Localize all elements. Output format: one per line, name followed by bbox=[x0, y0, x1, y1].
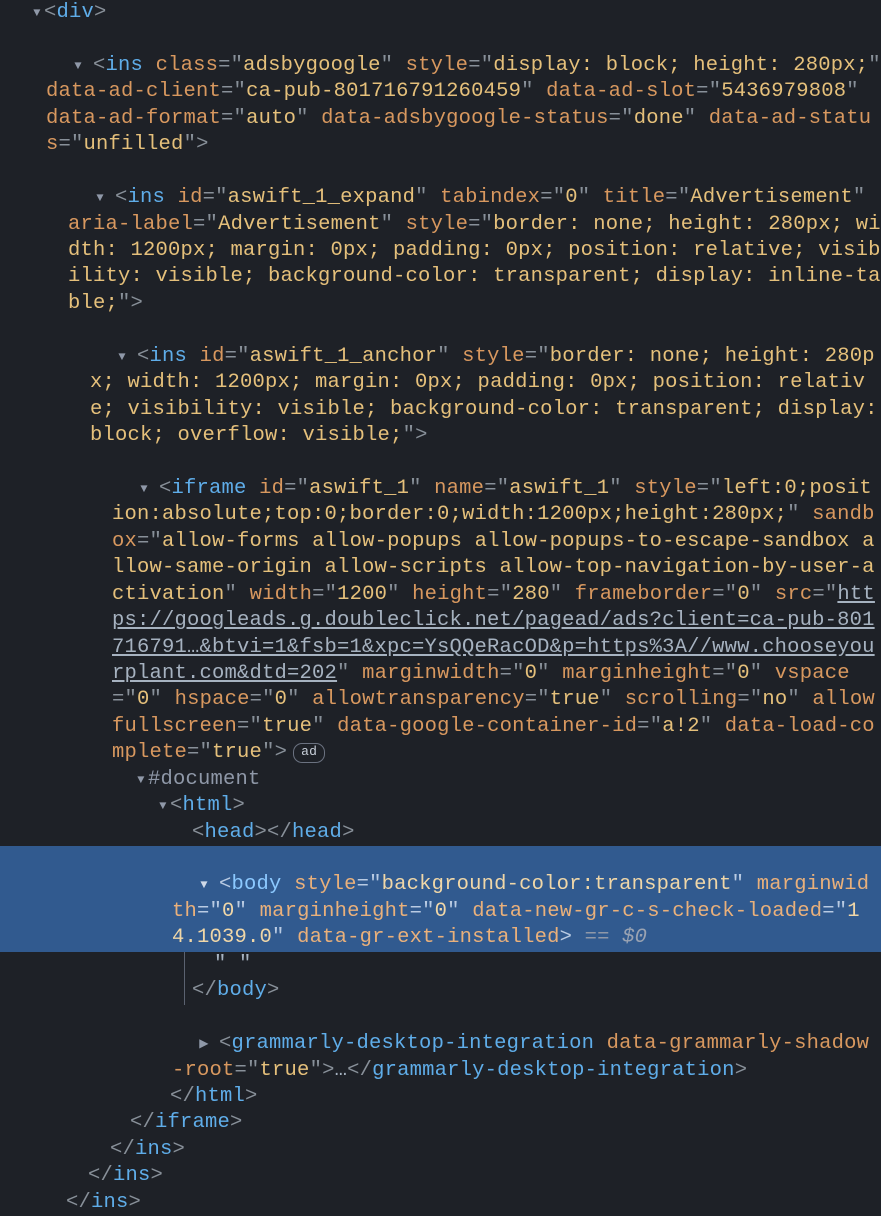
ad-badge: ad bbox=[293, 743, 325, 763]
node-grammarly[interactable]: <grammarly-desktop-integration data-gram… bbox=[0, 1005, 881, 1084]
node-head[interactable]: <head></head> bbox=[0, 820, 881, 846]
expand-toggle[interactable] bbox=[137, 482, 151, 497]
expand-toggle[interactable] bbox=[156, 799, 170, 814]
expand-toggle[interactable] bbox=[115, 350, 129, 365]
node-iframe-close[interactable]: </iframe> bbox=[0, 1110, 881, 1136]
node-ins-ad[interactable]: <ins class="adsbygoogle" style="display:… bbox=[0, 26, 881, 158]
node-ins-anchor[interactable]: <ins id="aswift_1_anchor" style="border:… bbox=[0, 317, 881, 449]
node-ins-close-2[interactable]: </ins> bbox=[0, 1163, 881, 1189]
dom-tree: <div> <ins class="adsbygoogle" style="di… bbox=[0, 0, 881, 1216]
node-body-close[interactable]: </body> bbox=[0, 978, 881, 1004]
node-document[interactable]: #document bbox=[0, 767, 881, 793]
node-body-selected[interactable]: <body style="background-color:transparen… bbox=[0, 846, 881, 952]
expand-toggle[interactable] bbox=[30, 6, 44, 21]
tree-guide-line bbox=[184, 952, 185, 1005]
node-text[interactable]: " " bbox=[0, 952, 881, 978]
node-ins-close-1[interactable]: </ins> bbox=[0, 1137, 881, 1163]
expand-toggle[interactable] bbox=[134, 773, 148, 788]
node-iframe[interactable]: <iframe id="aswift_1" name="aswift_1" st… bbox=[0, 449, 881, 766]
node-ins-expand[interactable]: <ins id="aswift_1_expand" tabindex="0" t… bbox=[0, 159, 881, 318]
node-html[interactable]: <html> bbox=[0, 793, 881, 819]
expand-toggle[interactable] bbox=[71, 59, 85, 74]
node-ins-close-3[interactable]: </ins> bbox=[0, 1190, 881, 1216]
expand-toggle[interactable] bbox=[197, 1037, 211, 1052]
node-div[interactable]: <div> bbox=[0, 0, 881, 26]
expand-toggle[interactable] bbox=[197, 878, 211, 893]
expand-toggle[interactable] bbox=[93, 191, 107, 206]
node-html-close[interactable]: </html> bbox=[0, 1084, 881, 1110]
selected-marker: $0 bbox=[622, 926, 647, 949]
